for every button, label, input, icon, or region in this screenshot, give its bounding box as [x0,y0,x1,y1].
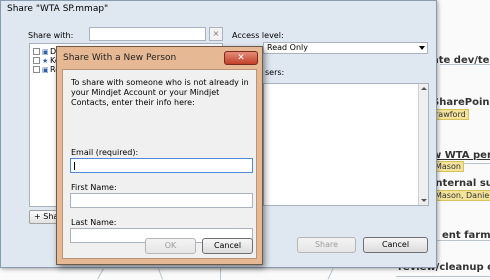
checkbox[interactable] [33,66,40,73]
clear-icon[interactable]: × [209,27,223,41]
scroll-down-icon[interactable] [421,199,427,202]
dialog-title: Share With a New Person [63,53,177,63]
access-level-value: Read Only [267,43,308,52]
access-level-select[interactable]: Read Only [263,42,428,54]
resource-tag: Mason, Daniel [432,190,490,201]
text-cursor [74,162,75,170]
vertical-scrollbar[interactable] [418,84,428,205]
chevron-down-icon [419,46,425,50]
group-icon: ▣ [42,66,49,74]
scroll-up-icon[interactable] [421,87,427,90]
dialog-cancel-button[interactable]: Cancel [202,238,253,254]
dialog-description: To share with someone who is not already… [71,78,249,107]
star-icon: ★ [42,57,49,65]
email-label: Email (required): [71,148,139,157]
dialog-body: To share with someone who is not already… [62,69,257,259]
first-name-field[interactable] [70,193,253,208]
mindmap-node[interactable]: ate dev/tes [432,55,490,66]
new-person-dialog: Share With a New Person ✕ To share with … [56,46,263,265]
mindmap-node[interactable]: w WTA per [432,150,490,161]
share-with-input[interactable] [89,27,206,41]
resource-tag: rawford [432,109,469,120]
mindmap-node[interactable]: ent farm co [442,230,490,241]
mindmap-node[interactable]: internal su [432,178,490,189]
first-name-label: First Name: [71,183,117,192]
users-label: sers: [265,68,285,77]
mindmap-connector [396,276,490,277]
mindmap-connector [157,268,164,280]
checkbox[interactable] [33,57,40,64]
checkbox[interactable] [33,48,40,55]
last-name-label: Last Name: [71,218,117,227]
share-button[interactable]: Share [297,237,356,253]
shared-users-list[interactable] [263,83,429,206]
window-title: Share "WTA SP.mmap" [7,4,109,14]
mindmap-node[interactable]: SharePoin [432,97,490,108]
mindmap-connector [327,268,334,280]
access-level-label: Access level: [232,31,284,40]
ok-button[interactable]: OK [145,238,196,254]
group-icon: ▣ [42,48,49,56]
close-icon[interactable]: ✕ [224,51,258,65]
mindmap-connector [97,268,104,280]
cancel-button[interactable]: Cancel [363,237,428,253]
share-with-label: Share with: [28,31,74,40]
email-field[interactable] [70,158,253,173]
mindmap-connector [220,268,221,280]
